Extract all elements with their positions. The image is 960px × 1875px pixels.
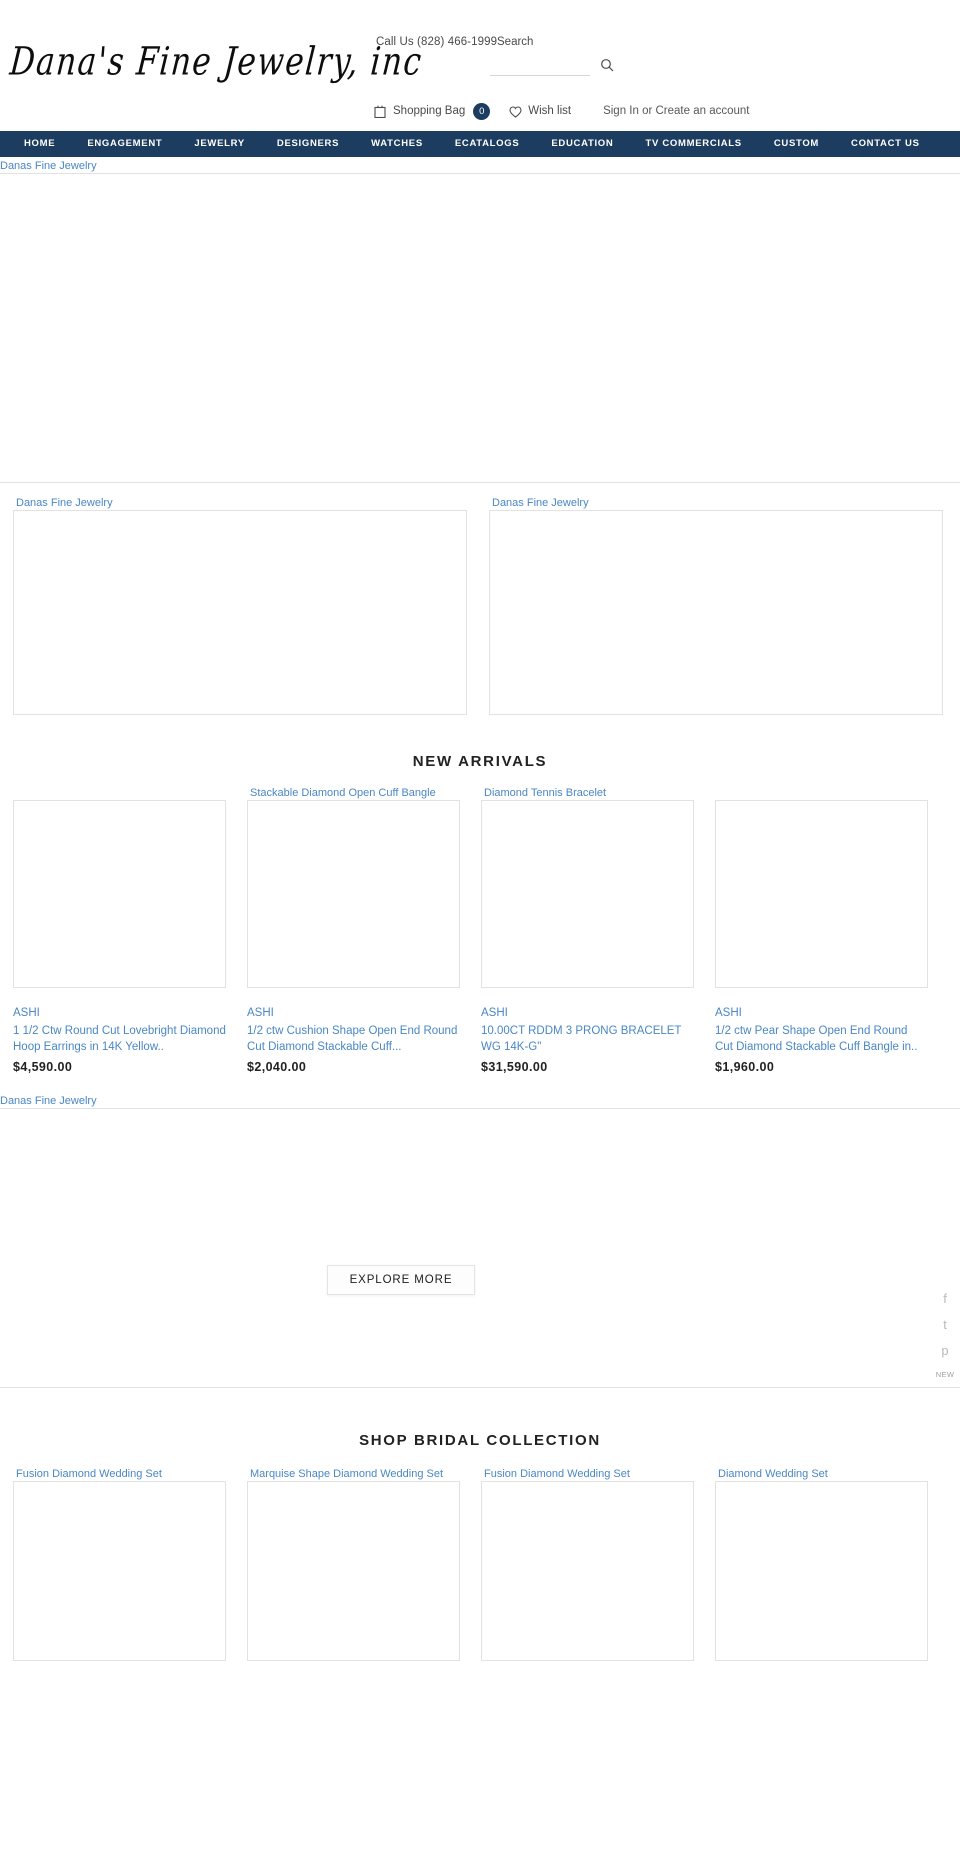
- shopping-bag-icon[interactable]: [374, 104, 386, 119]
- product-price: $31,590.00: [481, 1060, 548, 1074]
- bridal-image-alt: Marquise Shape Diamond Wedding Set: [250, 1468, 444, 1480]
- nav-item-custom[interactable]: CUSTOM: [758, 131, 835, 157]
- product-name[interactable]: 1/2 ctw Pear Shape Open End Round Cut Di…: [715, 1024, 928, 1055]
- product-image[interactable]: [13, 800, 226, 988]
- wish-list-label[interactable]: Wish list: [528, 105, 571, 117]
- heart-icon[interactable]: [509, 105, 522, 118]
- product-price: $1,960.00: [715, 1060, 775, 1074]
- product-name[interactable]: 1 1/2 Ctw Round Cut Lovebright Diamond H…: [13, 1024, 226, 1055]
- product-image[interactable]: Stackable Diamond Open Cuff Bangle: [247, 787, 460, 988]
- promo-banner-left-alt: Danas Fine Jewelry: [16, 497, 113, 509]
- explore-banner: Danas Fine Jewelry EXPLORE MORE: [0, 1095, 960, 1388]
- product-image[interactable]: [715, 800, 928, 988]
- main-navigation: HOME ENGAGEMENT JEWELRY DESIGNERS WATCHE…: [0, 131, 960, 157]
- nav-item-watches[interactable]: WATCHES: [355, 131, 439, 157]
- product-brand[interactable]: ASHI: [247, 1007, 460, 1019]
- bridal-card[interactable]: Marquise Shape Diamond Wedding Set: [247, 1468, 460, 1661]
- bridal-collection-grid: Fusion Diamond Wedding Set Marquise Shap…: [0, 1468, 960, 1661]
- hero-alt-text: Danas Fine Jewelry: [0, 160, 97, 172]
- bridal-image-alt: Fusion Diamond Wedding Set: [16, 1468, 162, 1480]
- product-image-alt: Stackable Diamond Open Cuff Bangle: [250, 787, 436, 799]
- bridal-image-alt: Fusion Diamond Wedding Set: [484, 1468, 630, 1480]
- bridal-image[interactable]: Fusion Diamond Wedding Set: [481, 1468, 694, 1661]
- social-share-rail: f t p NEW: [934, 1292, 956, 1379]
- product-brand[interactable]: ASHI: [481, 1007, 694, 1019]
- nav-item-home[interactable]: HOME: [8, 131, 71, 157]
- search-input[interactable]: [490, 52, 590, 76]
- bridal-card[interactable]: Fusion Diamond Wedding Set: [13, 1468, 226, 1661]
- promo-banner-row: Danas Fine Jewelry Danas Fine Jewelry: [0, 483, 960, 715]
- product-price: $4,590.00: [13, 1060, 73, 1074]
- product-brand[interactable]: ASHI: [13, 1007, 226, 1019]
- search-icon[interactable]: [600, 58, 614, 72]
- nav-item-designers[interactable]: DESIGNERS: [261, 131, 355, 157]
- new-arrivals-title: NEW ARRIVALS: [412, 753, 548, 770]
- product-price: $2,040.00: [247, 1060, 307, 1074]
- product-name[interactable]: 1/2 ctw Cushion Shape Open End Round Cut…: [247, 1024, 460, 1055]
- promo-banner-right-alt: Danas Fine Jewelry: [492, 497, 589, 509]
- nav-item-tv-commercials[interactable]: TV COMMERCIALS: [629, 131, 757, 157]
- product-card[interactable]: Stackable Diamond Open Cuff Bangle ASHI …: [247, 787, 460, 1074]
- explore-banner-alt: Danas Fine Jewelry: [0, 1095, 97, 1107]
- social-new-label: NEW: [935, 1370, 955, 1379]
- product-image[interactable]: Diamond Tennis Bracelet: [481, 787, 694, 988]
- product-card[interactable]: ASHI 1 1/2 Ctw Round Cut Lovebright Diam…: [13, 800, 226, 1074]
- bridal-image-alt: Diamond Wedding Set: [718, 1468, 828, 1480]
- site-header: Dana's Fine Jewelry, inc Call Us (828) 4…: [0, 0, 960, 131]
- bridal-image[interactable]: Marquise Shape Diamond Wedding Set: [247, 1468, 460, 1661]
- promo-banner-left[interactable]: Danas Fine Jewelry: [13, 497, 467, 715]
- bridal-card[interactable]: Diamond Wedding Set: [715, 1468, 928, 1661]
- bridal-image[interactable]: Diamond Wedding Set: [715, 1468, 928, 1661]
- promo-banner-right[interactable]: Danas Fine Jewelry: [489, 497, 943, 715]
- product-image-alt: Diamond Tennis Bracelet: [484, 787, 607, 799]
- bridal-image[interactable]: Fusion Diamond Wedding Set: [13, 1468, 226, 1661]
- shopping-bag-label[interactable]: Shopping Bag: [393, 105, 465, 117]
- bridal-collection-title: SHOP BRIDAL COLLECTION: [359, 1432, 601, 1449]
- nav-item-education[interactable]: EDUCATION: [535, 131, 629, 157]
- twitter-icon[interactable]: t: [934, 1318, 956, 1331]
- bag-count-badge: 0: [473, 102, 491, 120]
- product-brand[interactable]: ASHI: [715, 1007, 928, 1019]
- product-name[interactable]: 10.00CT RDDM 3 PRONG BRACELET WG 14K-G": [481, 1024, 694, 1055]
- call-us-text: Call Us (828) 466-1999: [376, 36, 498, 48]
- product-card[interactable]: ASHI 1/2 ctw Pear Shape Open End Round C…: [715, 800, 928, 1074]
- nav-item-contact-us[interactable]: CONTACT US: [835, 131, 936, 157]
- hero-banner[interactable]: Danas Fine Jewelry: [0, 160, 960, 483]
- search-label: Search: [497, 36, 534, 48]
- nav-item-jewelry[interactable]: JEWELRY: [178, 131, 260, 157]
- facebook-icon[interactable]: f: [934, 1292, 956, 1305]
- account-row: Shopping Bag 0 Wish list Sign In or Crea…: [374, 102, 749, 120]
- nav-item-ecatalogs[interactable]: ECATALOGS: [439, 131, 536, 157]
- explore-more-button[interactable]: EXPLORE MORE: [327, 1265, 475, 1295]
- site-logo[interactable]: Dana's Fine Jewelry, inc: [8, 40, 424, 85]
- bridal-card[interactable]: Fusion Diamond Wedding Set: [481, 1468, 694, 1661]
- nav-item-engagement[interactable]: ENGAGEMENT: [71, 131, 178, 157]
- new-arrivals-grid: ASHI 1 1/2 Ctw Round Cut Lovebright Diam…: [0, 787, 960, 1074]
- pinterest-icon[interactable]: p: [934, 1344, 956, 1357]
- product-card[interactable]: Diamond Tennis Bracelet ASHI 10.00CT RDD…: [481, 787, 694, 1074]
- sign-in-link[interactable]: Sign In or Create an account: [603, 105, 749, 117]
